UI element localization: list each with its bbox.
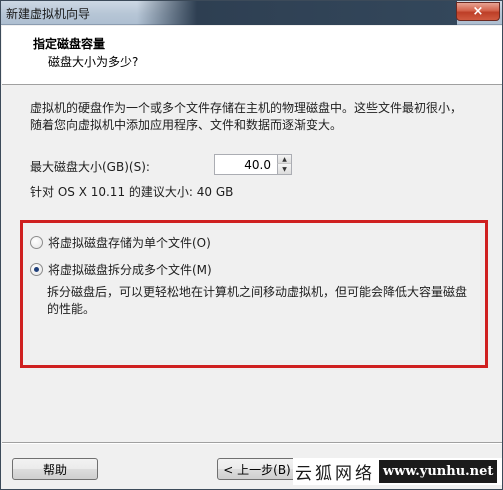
- max-disk-size-stepper: ▲ ▼: [214, 154, 292, 175]
- recommended-size-text: 针对 OS X 10.11 的建议大小: 40 GB: [30, 185, 234, 199]
- page-subtitle: 磁盘大小为多少?: [48, 55, 139, 69]
- radio-split-files[interactable]: [30, 263, 43, 276]
- spin-down-button[interactable]: ▼: [277, 164, 291, 174]
- split-files-option[interactable]: 将虚拟磁盘拆分成多个文件(M): [30, 261, 212, 278]
- footer-divider: [2, 442, 502, 444]
- arrow-up-icon: ▲: [282, 155, 287, 163]
- close-button[interactable]: ×: [456, 2, 500, 21]
- split-files-description: 拆分磁盘后，可以更轻松地在计算机之间移动虚拟机，但可能会降低大容量磁盘的性能。: [47, 285, 468, 316]
- split-files-label: 将虚拟磁盘拆分成多个文件(M): [48, 263, 212, 277]
- single-file-option[interactable]: 将虚拟磁盘存储为单个文件(O): [30, 234, 211, 251]
- wizard-header: 指定磁盘容量 磁盘大小为多少?: [2, 26, 502, 85]
- title-bar[interactable]: 新建虚拟机向导 ×: [1, 1, 502, 25]
- window-title: 新建虚拟机向导: [6, 7, 91, 21]
- radio-single-file[interactable]: [30, 236, 43, 249]
- watermark-cn-text: 云狐网络: [295, 464, 375, 484]
- arrow-down-icon: ▼: [282, 165, 287, 173]
- watermark-url: www.yunhu.net: [379, 460, 498, 483]
- watermark: 云狐网络 www.yunhu.net: [293, 458, 502, 485]
- max-disk-size-label: 最大磁盘大小(GB)(S):: [30, 160, 150, 174]
- max-disk-size-input[interactable]: [215, 155, 277, 174]
- single-file-label: 将虚拟磁盘存储为单个文件(O): [48, 236, 211, 250]
- page-title: 指定磁盘容量: [33, 37, 106, 51]
- disk-description: 虚拟机的硬盘作为一个或多个文件存储在主机的物理磁盘中。这些文件最初很小，随着您向…: [30, 101, 463, 132]
- title-bar-glass: [137, 1, 457, 25]
- close-icon: ×: [472, 4, 484, 19]
- back-button[interactable]: < 上一步(B): [217, 458, 297, 480]
- new-vm-wizard-window: 新建虚拟机向导 × 指定磁盘容量 磁盘大小为多少? 虚拟机的硬盘作为一个或多个文…: [0, 0, 503, 490]
- help-button[interactable]: 帮助: [12, 458, 98, 480]
- spin-up-button[interactable]: ▲: [277, 155, 291, 164]
